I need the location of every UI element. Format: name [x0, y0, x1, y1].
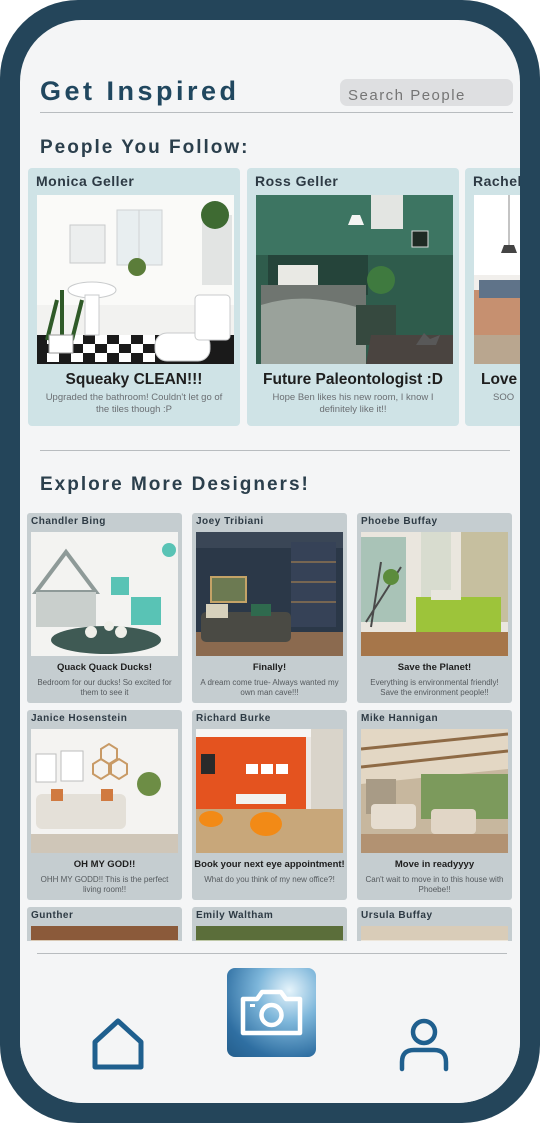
camera-icon	[240, 989, 303, 1036]
post-headline: Save the Planet!	[397, 662, 472, 673]
post-headline: Finally!	[252, 662, 287, 673]
explore-section-title: Explore More Designers!	[40, 474, 310, 495]
designer-name: Emily Waltham	[196, 910, 274, 921]
post-description: A dream come true- Always wanted my own …	[200, 678, 339, 697]
post-description: Hope Ben likes his new room, I know I de…	[272, 392, 434, 415]
post-description: Bedroom for our ducks! So excited for th…	[37, 678, 172, 697]
designer-name: Phoebe Buffay	[361, 516, 438, 527]
designer-card[interactable]: Mike Hannigan Move in readyyyy Can't wai…	[357, 710, 512, 900]
phone-frame: Get Inspired People You Follow: Monica G…	[0, 0, 540, 1123]
post-headline: Future Paleontologist :D	[263, 371, 443, 388]
designer-name: Mike Hannigan	[361, 713, 439, 724]
post-description: Upgraded the bathroom! Couldn't let go o…	[45, 392, 223, 415]
post-image	[31, 729, 178, 853]
post-image	[256, 195, 453, 364]
designer-name: Janice Hosenstein	[31, 713, 128, 724]
post-image	[37, 195, 234, 364]
post-description: OHH MY GODD!! This is the perfect living…	[40, 875, 169, 894]
following-section-title: People You Follow:	[40, 137, 250, 158]
post-image	[196, 729, 343, 853]
designer-card[interactable]: Richard Burke Book your next eye appoint…	[192, 710, 347, 900]
designer-name: Rachel	[473, 173, 520, 189]
post-headline: Squeaky CLEAN!!!	[65, 371, 203, 388]
bottom-nav	[20, 941, 520, 1103]
post-headline: Love	[481, 371, 518, 388]
follow-card[interactable]: Monica Geller Squeaky CLEAN!!! Upgraded …	[28, 168, 240, 426]
designer-name: Gunther	[31, 910, 74, 921]
profile-icon[interactable]	[398, 1017, 450, 1073]
post-headline: OH MY GOD!!	[73, 859, 136, 870]
header-divider	[40, 112, 513, 113]
nav-divider	[37, 953, 507, 954]
post-headline: Move in readyyyy	[394, 859, 475, 870]
designer-name: Chandler Bing	[31, 516, 106, 527]
post-description: What do you think of my new office?!	[204, 875, 335, 884]
post-image	[31, 532, 178, 656]
designer-name: Ursula Buffay	[361, 910, 433, 921]
post-image	[474, 195, 520, 364]
designer-card[interactable]: Chandler Bing Quack Quack Ducks! Bedroom…	[27, 513, 182, 703]
app-screen: Get Inspired People You Follow: Monica G…	[20, 20, 520, 1103]
post-image	[361, 729, 508, 853]
page-title: Get Inspired	[40, 76, 240, 106]
camera-button[interactable]	[227, 968, 316, 1057]
post-headline: Quack Quack Ducks!	[56, 662, 153, 673]
designer-name: Ross Geller	[255, 173, 339, 189]
post-description: Can't wait to move in to this house with…	[365, 875, 504, 894]
follow-card[interactable]: Ross Geller Future Paleontologist :D Hop…	[247, 168, 459, 426]
follow-card[interactable]: Rachel Love SOO	[465, 168, 520, 426]
designer-card[interactable]: Phoebe Buffay Save the Planet! Everythin…	[357, 513, 512, 703]
post-description: SOO	[493, 392, 515, 403]
search-input[interactable]	[340, 79, 513, 106]
section-divider	[40, 450, 510, 451]
post-description: Everything is environmental friendly! Sa…	[370, 678, 499, 697]
designer-name: Monica Geller	[36, 173, 135, 189]
home-icon[interactable]	[90, 1016, 146, 1072]
designer-card[interactable]: Janice Hosenstein OH MY GOD!! OHH MY GOD…	[27, 710, 182, 900]
designer-name: Richard Burke	[196, 713, 271, 724]
post-headline: Book your next eye appointment!	[194, 859, 345, 870]
designer-card[interactable]: Joey Tribiani Finally! A dream come true…	[192, 513, 347, 703]
post-image	[361, 532, 508, 656]
designer-name: Joey Tribiani	[196, 516, 264, 527]
post-image	[196, 532, 343, 656]
